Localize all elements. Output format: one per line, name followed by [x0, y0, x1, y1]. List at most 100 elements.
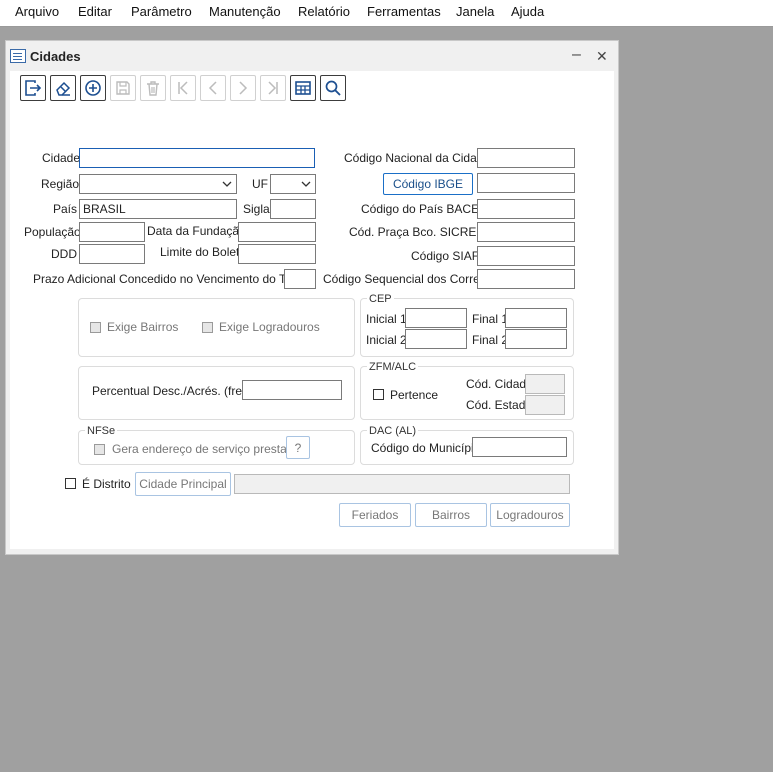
populacao-label: População [24, 225, 81, 239]
chevron-down-icon [301, 181, 311, 187]
feriados-button[interactable]: Feriados [339, 503, 411, 527]
exige-bairros-checkbox[interactable] [90, 322, 101, 333]
codigo-siafi-input[interactable] [477, 246, 575, 266]
cidade-principal-button[interactable]: Cidade Principal [135, 472, 231, 496]
search-icon [325, 80, 341, 96]
nfse-help-button[interactable]: ? [286, 436, 310, 459]
save-button[interactable] [110, 75, 136, 101]
prazo-adicional-input[interactable] [284, 269, 316, 289]
menu-editar[interactable]: Editar [78, 4, 112, 19]
close-button[interactable]: ✕ [596, 48, 608, 65]
window-title: Cidades [30, 49, 81, 64]
menu-arquivo[interactable]: Arquivo [15, 4, 59, 19]
cep-inicial2-input[interactable] [405, 329, 467, 349]
regiao-label: Região [41, 177, 80, 191]
logradouros-button[interactable]: Logradouros [490, 503, 570, 527]
codigo-ibge-button[interactable]: Código IBGE [383, 173, 473, 195]
percentual-label: Percentual Desc./Acrés. (frete) [92, 384, 257, 398]
clear-button[interactable] [50, 75, 76, 101]
data-fundacao-input[interactable] [238, 222, 316, 242]
chevron-down-icon [222, 181, 232, 187]
exit-button[interactable] [20, 75, 46, 101]
percentual-group: Percentual Desc./Acrés. (frete) [78, 366, 355, 420]
menu-ferramentas[interactable]: Ferramentas [367, 4, 441, 19]
codigo-municipio-input[interactable] [472, 437, 567, 457]
first-record-button[interactable] [170, 75, 196, 101]
cep-final1-input[interactable] [505, 308, 567, 328]
cep-inicial2-label: Inicial 2 [366, 333, 407, 347]
grid-view-button[interactable] [290, 75, 316, 101]
limite-boleto-input[interactable] [238, 244, 316, 264]
cep-final2-input[interactable] [505, 329, 567, 349]
populacao-input[interactable] [79, 222, 145, 242]
eraser-icon [56, 81, 71, 96]
uf-select[interactable] [270, 174, 316, 194]
codigo-ibge-input[interactable] [477, 173, 575, 193]
zfm-alc-title: ZFM/ALC [367, 361, 419, 373]
last-record-icon [268, 81, 278, 95]
uf-label: UF [252, 177, 268, 191]
sigla-input[interactable] [270, 199, 316, 219]
cod-praca-sicredi-label: Cód. Praça Bco. SICREDI [349, 225, 489, 239]
ddd-input[interactable] [79, 244, 145, 264]
nfse-group: NFSe Gera endereço de serviço prestado ? [78, 425, 355, 465]
last-record-button[interactable] [260, 75, 286, 101]
cep-inicial1-input[interactable] [405, 308, 467, 328]
menu-manutencao[interactable]: Manutenção [209, 4, 281, 19]
cep-group: CEP Inicial 1 Final 1 Inicial 2 Final 2 [360, 293, 574, 357]
codigo-pais-bacen-input[interactable] [477, 199, 575, 219]
pais-label: País [53, 202, 78, 216]
dac-group: DAC (AL) Código do Município [360, 425, 574, 465]
cep-final1-label: Final 1 [472, 312, 509, 326]
search-button[interactable] [320, 75, 346, 101]
percentual-input[interactable] [242, 380, 342, 400]
cep-inicial1-label: Inicial 1 [366, 312, 407, 326]
exige-logradouros-label: Exige Logradouros [219, 320, 320, 334]
bairros-button[interactable]: Bairros [415, 503, 487, 527]
prazo-adicional-label: Prazo Adicional Concedido no Vencimento … [33, 272, 309, 286]
next-record-icon [239, 81, 248, 95]
e-distrito-checkbox[interactable] [65, 478, 76, 489]
codigo-nacional-label: Código Nacional da Cidade [344, 151, 491, 165]
cod-estado-label: Cód. Estado [466, 398, 533, 412]
nfse-title: NFSe [85, 425, 118, 437]
add-button[interactable] [80, 75, 106, 101]
gera-endereco-checkbox[interactable] [94, 444, 105, 455]
save-icon [116, 81, 130, 95]
grid-view-icon [295, 81, 311, 95]
codigo-siafi-label: Código SIAFI [411, 249, 483, 263]
menu-janela[interactable]: Janela [456, 4, 494, 19]
exige-logradouros-checkbox[interactable] [202, 322, 213, 333]
minimize-button[interactable]: – [572, 46, 581, 64]
form-icon [10, 49, 26, 63]
delete-icon [147, 81, 159, 96]
cidade-input[interactable] [79, 148, 315, 168]
cod-cidade-label: Cód. Cidade [466, 377, 533, 391]
menu-ajuda[interactable]: Ajuda [511, 4, 544, 19]
data-fundacao-label: Data da Fundação [147, 224, 246, 238]
previous-record-button[interactable] [200, 75, 226, 101]
codigo-correios-input[interactable] [477, 269, 575, 289]
delete-button[interactable] [140, 75, 166, 101]
menu-relatorio[interactable]: Relatório [298, 4, 350, 19]
pais-input[interactable]: BRASIL [79, 199, 237, 219]
e-distrito-label: É Distrito [82, 477, 131, 491]
exige-group: Exige Bairros Exige Logradouros [78, 298, 355, 357]
menu-bar: Arquivo Editar Parâmetro Manutenção Rela… [0, 0, 773, 27]
exit-icon [25, 80, 42, 96]
pertence-checkbox[interactable] [373, 389, 384, 400]
cep-title: CEP [367, 293, 394, 305]
codigo-nacional-input[interactable] [477, 148, 575, 168]
gera-endereco-label: Gera endereço de serviço prestado [112, 442, 301, 456]
next-record-button[interactable] [230, 75, 256, 101]
codigo-correios-label: Código Sequencial dos Correios [323, 272, 496, 286]
cod-praca-sicredi-input[interactable] [477, 222, 575, 242]
cod-estado-input[interactable] [525, 395, 565, 415]
cidade-principal-input[interactable] [234, 474, 570, 494]
cep-final2-label: Final 2 [472, 333, 509, 347]
exige-bairros-label: Exige Bairros [107, 320, 179, 334]
zfm-alc-group: ZFM/ALC Pertence Cód. Cidade Cód. Estado [360, 361, 574, 420]
cod-cidade-input[interactable] [525, 374, 565, 394]
regiao-select[interactable] [79, 174, 237, 194]
menu-parametro[interactable]: Parâmetro [131, 4, 192, 19]
